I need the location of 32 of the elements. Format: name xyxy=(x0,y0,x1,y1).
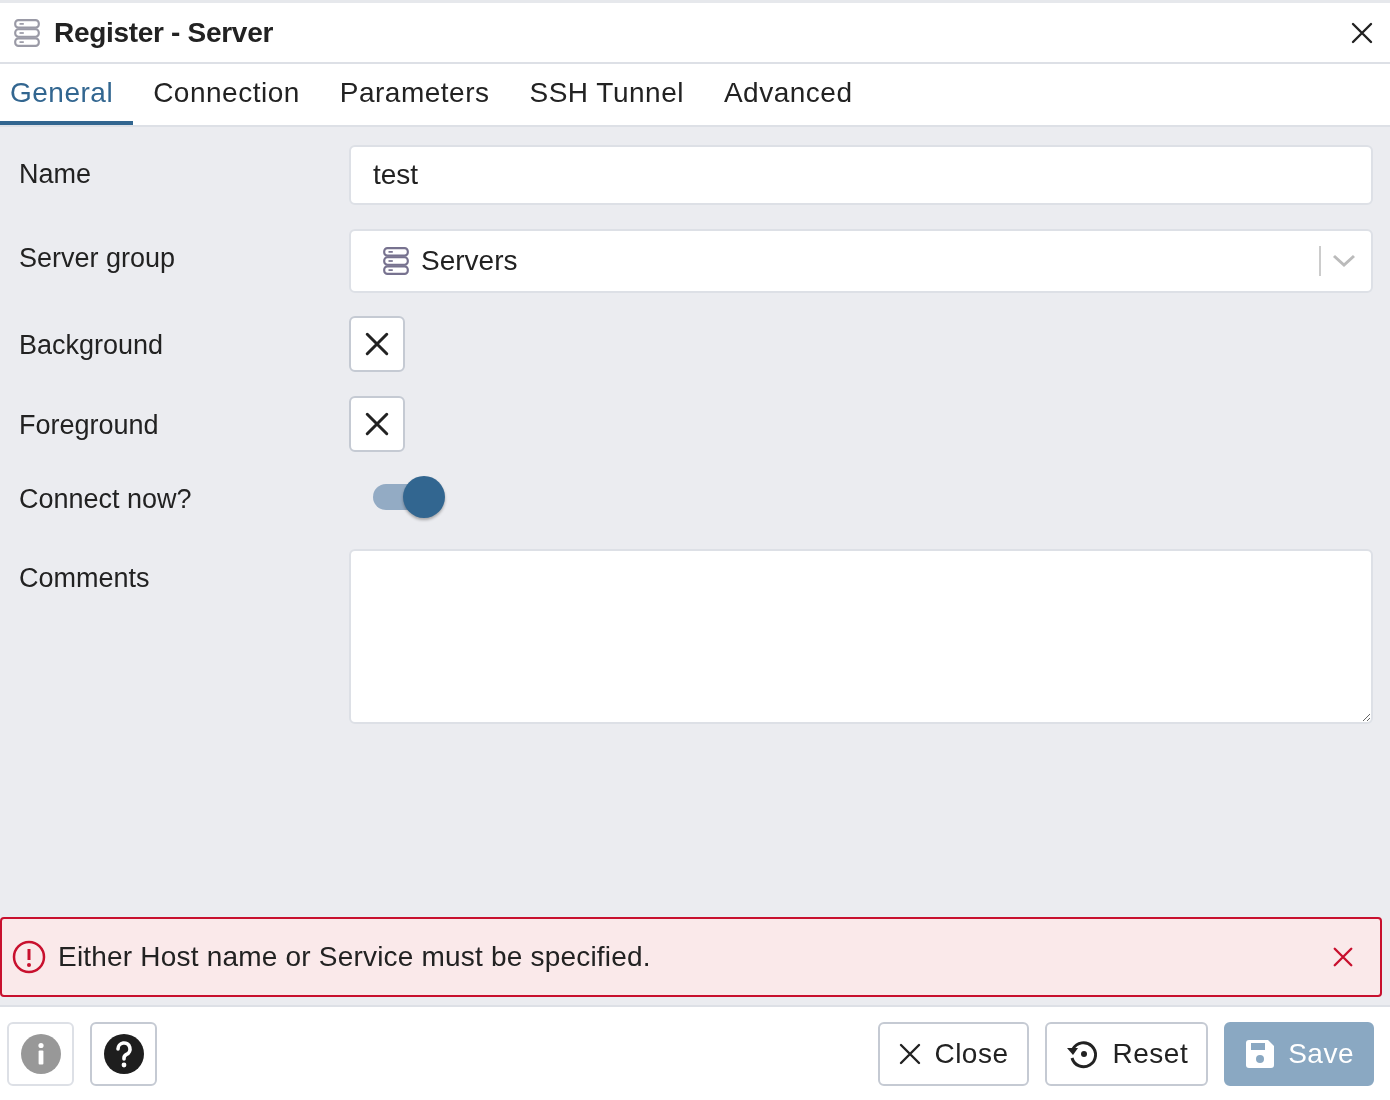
tab[interactable]: SSH Tunnel xyxy=(509,64,704,125)
close-icon xyxy=(1350,20,1374,45)
color-picker[interactable] xyxy=(349,316,405,372)
tab[interactable]: Parameters xyxy=(319,64,510,125)
server-icon xyxy=(12,17,42,48)
close-icon xyxy=(898,1041,923,1066)
tab[interactable]: Advanced xyxy=(703,64,873,125)
cross-icon xyxy=(364,331,390,357)
alert-icon xyxy=(12,940,46,974)
field-label: Background xyxy=(18,329,165,361)
reset-button[interactable]: Reset xyxy=(1044,1021,1209,1086)
dropdown[interactable]: Servers xyxy=(349,229,1373,293)
help-button[interactable] xyxy=(90,1021,157,1086)
field-label: Comments xyxy=(18,562,151,594)
help-icon xyxy=(103,1033,144,1074)
field-label: Server group xyxy=(18,242,177,274)
field-label: Connect now? xyxy=(18,483,193,515)
color-picker[interactable] xyxy=(349,396,405,452)
dropdown-value: Servers xyxy=(421,245,519,277)
field-label: Name xyxy=(18,158,93,190)
chevron-icon xyxy=(1331,253,1357,269)
cross-icon xyxy=(364,411,390,437)
info-icon xyxy=(20,1033,61,1074)
tab[interactable]: Connection xyxy=(133,64,320,125)
window-title: Register - Server xyxy=(54,16,274,49)
close-button[interactable]: Close xyxy=(878,1021,1029,1086)
toggle-switch[interactable] xyxy=(371,476,445,518)
server-icon xyxy=(381,246,411,276)
field-label: Foreground xyxy=(18,409,160,441)
error-message: Either Host name or Service must be specified. xyxy=(58,941,652,973)
input-field[interactable]: test xyxy=(349,145,1373,205)
close-icon xyxy=(1332,946,1354,968)
